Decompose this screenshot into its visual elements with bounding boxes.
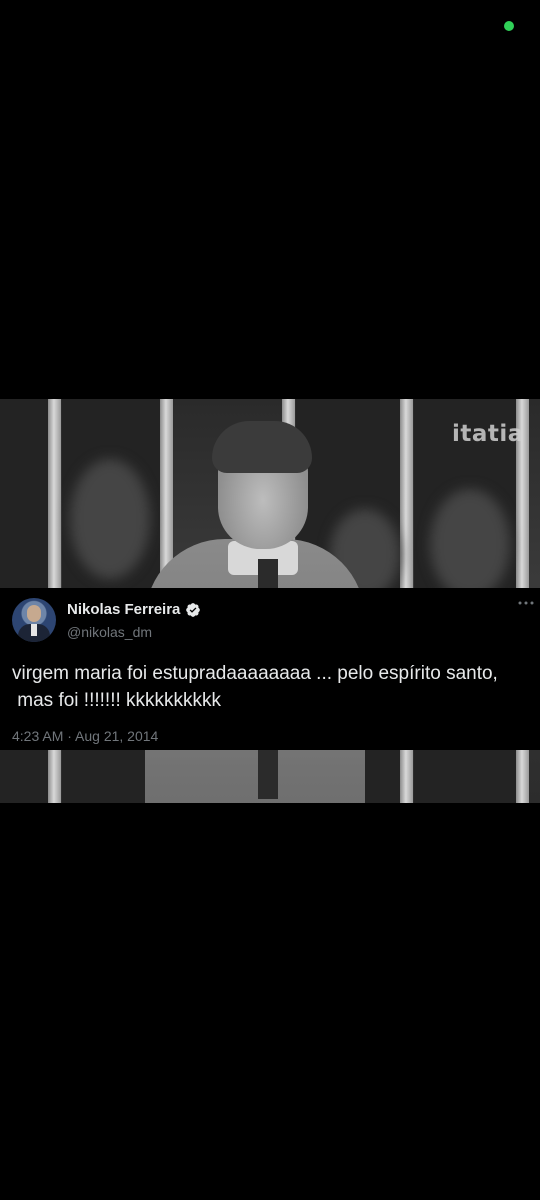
more-options-icon[interactable] xyxy=(518,600,534,606)
avatar[interactable] xyxy=(12,598,56,642)
background-figure xyxy=(70,459,150,579)
tweet-timestamp[interactable]: 4:23 AM · Aug 21, 2014 xyxy=(12,728,158,744)
recording-indicator xyxy=(504,21,514,31)
channel-watermark: itatia xyxy=(452,421,524,447)
tweet-text: virgem maria foi estupradaaaaaaaa ... pe… xyxy=(12,663,498,711)
avatar-face xyxy=(27,605,41,622)
tweet-card[interactable]: Nikolas Ferreira @nikolas_dm virgem mari… xyxy=(0,588,540,750)
author-handle[interactable]: @nikolas_dm xyxy=(67,624,152,640)
avatar-shirt xyxy=(31,624,37,636)
speaker-hair xyxy=(212,421,312,473)
author-display-name[interactable]: Nikolas Ferreira xyxy=(67,601,180,618)
background-figure xyxy=(430,489,510,599)
author-name-row[interactable]: Nikolas Ferreira xyxy=(67,601,201,618)
verified-badge-icon xyxy=(186,602,201,617)
